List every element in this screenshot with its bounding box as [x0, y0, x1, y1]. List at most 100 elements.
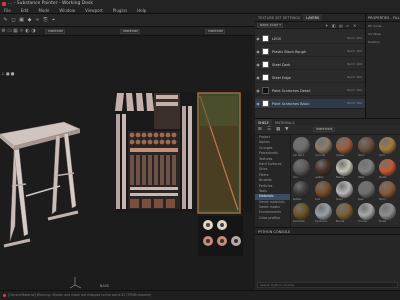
- polygon-fill-icon[interactable]: ◆: [27, 17, 32, 23]
- properties-row[interactable]: Fill mode: [366, 22, 400, 30]
- properties-row[interactable]: UV Wrap: [366, 30, 400, 38]
- uv-texture-layout: [115, 92, 252, 256]
- layer-row[interactable]: ◉ Paint Scratches Detail Norm 100: [255, 86, 365, 96]
- layer-row[interactable]: ◉ Steel Edge Norm 100: [255, 73, 365, 83]
- viewport-2d[interactable]: [112, 36, 255, 290]
- material-label: Car Paint: [293, 154, 304, 157]
- add-folder-icon[interactable]: ▱: [346, 23, 349, 28]
- material-thumbnail[interactable]: [314, 203, 332, 220]
- material-thumbnail[interactable]: [357, 181, 375, 198]
- delete-layer-icon[interactable]: ✕: [353, 23, 356, 28]
- workbench-model: [0, 121, 82, 289]
- layer-thumbnail: [262, 48, 269, 55]
- list-view-icon[interactable]: ☰: [267, 127, 271, 132]
- material-thumbnail[interactable]: [357, 159, 375, 176]
- channel-dropdown[interactable]: Base color ▾: [257, 23, 283, 28]
- material-thumbnail[interactable]: [314, 137, 332, 154]
- eye-icon[interactable]: ◉: [255, 36, 261, 41]
- menu-help[interactable]: Help: [137, 8, 146, 13]
- layers-panel: Base color ▾ ✦ ◧ ▤ ▱ ✕ ◉ LEGS Norm 100 ◉ …: [255, 22, 365, 118]
- eye-icon[interactable]: ◉: [255, 75, 261, 80]
- layer-row[interactable]: ◉ LEGS Norm 100: [255, 34, 365, 44]
- grid-view-icon[interactable]: ▦: [276, 127, 280, 132]
- material-thumbnail[interactable]: [293, 159, 310, 176]
- add-fill-icon[interactable]: ▤: [339, 23, 343, 28]
- material-thumbnail[interactable]: [293, 181, 310, 198]
- material-thumbnail[interactable]: [379, 137, 396, 154]
- console-search-input[interactable]: Search Python console: [257, 282, 398, 288]
- menu-file[interactable]: File: [4, 8, 11, 13]
- python-console: PYTHON CONSOLE Search Python console: [255, 227, 400, 290]
- material-thumbnail[interactable]: [336, 159, 353, 176]
- layer-thumbnail: [262, 87, 269, 94]
- menu-edit[interactable]: Edit: [21, 8, 29, 13]
- material-label: Metal: [357, 176, 365, 179]
- material-thumbnail[interactable]: [336, 203, 353, 220]
- material-thumbnail[interactable]: [336, 181, 353, 198]
- material-thumbnail[interactable]: [379, 181, 396, 198]
- main-toolbar: ✎ ◻ ▣ ◆ ≈ ⎘ ⌖: [0, 14, 255, 27]
- layer-blend[interactable]: Norm 100: [347, 75, 362, 80]
- layer-name: Steel Edge: [272, 75, 291, 80]
- eye-icon[interactable]: ◉: [255, 101, 261, 106]
- material-thumbnail[interactable]: [379, 203, 396, 220]
- menu-bar: File Edit Mode Window Viewport Plugins H…: [0, 7, 400, 14]
- filter-icon[interactable]: ▼: [285, 127, 288, 132]
- clone-icon[interactable]: ⎘: [43, 17, 48, 23]
- eraser-icon[interactable]: ◻: [11, 17, 16, 23]
- viewport-2d-mode-dropdown[interactable]: Material ▾: [120, 29, 140, 34]
- tab-layers[interactable]: LAYERS: [303, 14, 323, 21]
- uv-nuts: [198, 216, 243, 256]
- layers-toolbar: Base color ▾ ✦ ◧ ▤ ▱ ✕: [255, 22, 365, 29]
- material-thumbnail[interactable]: [336, 137, 353, 154]
- layer-row[interactable]: ◉ Steel Dark Norm 100: [255, 60, 365, 70]
- shader-icon[interactable]: ◑: [31, 28, 36, 34]
- material-thumbnail[interactable]: [357, 203, 375, 220]
- status-bar: [GenericMaterial] Warning: Shader and me…: [0, 290, 400, 300]
- layer-name: Plastic Black Rough: [272, 49, 307, 54]
- viewport-channel-dropdown[interactable]: Material ▾: [205, 29, 225, 34]
- eye-icon[interactable]: ◉: [255, 49, 261, 54]
- grid-icon[interactable]: ▦: [13, 28, 18, 34]
- layer-blend[interactable]: Norm 100: [347, 49, 362, 54]
- projection-icon[interactable]: ▣: [19, 17, 24, 23]
- add-effect-icon[interactable]: ✦: [325, 23, 328, 28]
- material-label: Leather: [314, 176, 324, 179]
- layer-row-selected[interactable]: ◉ Paint Scratches Basic Norm 100: [255, 99, 365, 109]
- menu-window[interactable]: Window: [59, 8, 75, 13]
- layer-blend[interactable]: Norm 100: [347, 101, 362, 106]
- tab-texture-set-settings[interactable]: TEXTURE SET SETTINGS: [255, 14, 303, 21]
- layer-name: Paint Scratches Basic: [272, 101, 310, 106]
- display-icon[interactable]: ◐: [25, 28, 30, 34]
- eye-icon[interactable]: ◉: [255, 62, 261, 67]
- camera-icon[interactable]: ▭: [7, 28, 12, 34]
- import-icon[interactable]: ⊞: [258, 127, 262, 132]
- layer-blend[interactable]: Norm 100: [347, 62, 362, 67]
- material-thumbnail[interactable]: [293, 203, 310, 220]
- material-thumbnail[interactable]: [314, 181, 332, 198]
- layer-blend[interactable]: Norm 100: [347, 88, 362, 93]
- properties-row[interactable]: Position: [366, 38, 400, 46]
- shelf-search-field[interactable]: Materials ✕: [313, 127, 335, 132]
- console-title: PYTHON CONSOLE: [255, 228, 400, 235]
- material-thumbnail[interactable]: [314, 159, 332, 176]
- material-label: Iron: [293, 176, 298, 179]
- viewport-3d[interactable]: ⊥ ◼ ●: [0, 36, 112, 290]
- viewport-mode-dropdown[interactable]: Material ▾: [45, 29, 65, 34]
- material-thumbnail[interactable]: [293, 137, 310, 154]
- material-thumbnail[interactable]: [379, 159, 396, 176]
- smudge-icon[interactable]: ≈: [35, 17, 40, 23]
- menu-mode[interactable]: Mode: [38, 8, 49, 13]
- eye-icon[interactable]: ◉: [255, 88, 261, 93]
- picker-icon[interactable]: ⌖: [51, 17, 56, 23]
- shelf-category[interactable]: Color profiles: [255, 216, 290, 221]
- light-icon[interactable]: ☼: [19, 28, 24, 34]
- material-thumbnail[interactable]: [357, 137, 375, 154]
- menu-plugins[interactable]: Plugins: [113, 8, 127, 13]
- gear-icon[interactable]: ⚙: [1, 28, 6, 34]
- layer-blend[interactable]: Norm 100: [347, 36, 362, 41]
- brush-icon[interactable]: ✎: [3, 17, 8, 23]
- menu-viewport[interactable]: Viewport: [85, 8, 103, 13]
- add-mask-icon[interactable]: ◧: [332, 23, 336, 28]
- layer-row[interactable]: ◉ Plastic Black Rough Norm 100: [255, 47, 365, 57]
